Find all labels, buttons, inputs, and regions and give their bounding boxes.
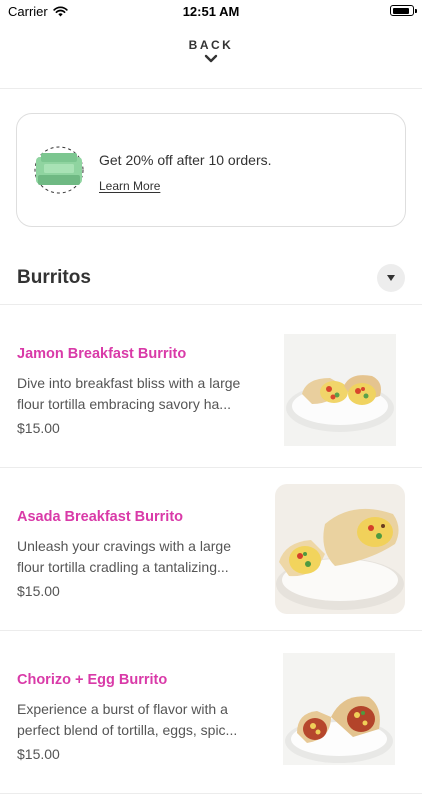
item-description: Dive into breakfast bliss with a large f… (17, 373, 257, 415)
item-price: $15.00 (17, 746, 60, 762)
item-description-line: perfect blend of tortilla, eggs, spic... (17, 722, 238, 738)
item-description-line: flour tortilla embracing savory ha... (17, 396, 231, 412)
item-price: $15.00 (17, 420, 60, 436)
item-image (284, 334, 396, 446)
chevron-down-icon (204, 54, 218, 63)
item-description-line: Dive into breakfast bliss with a large (17, 375, 241, 391)
item-name: Chorizo + Egg Burrito (17, 672, 168, 688)
item-description: Unleash your cravings with a large flour… (17, 536, 257, 578)
caret-down-icon (387, 275, 395, 281)
item-description-line: Unleash your cravings with a large (17, 538, 231, 554)
menu-item-jamon-breakfast-burrito[interactable]: Jamon Breakfast Burrito Dive into breakf… (0, 305, 422, 468)
burrito-image (286, 375, 394, 432)
item-name: Jamon Breakfast Burrito (17, 346, 187, 362)
item-price: $15.00 (17, 583, 60, 599)
status-bar: Carrier 12:51 AM (0, 0, 422, 22)
back-label: BACK (188, 38, 234, 52)
header-divider (0, 88, 422, 89)
section-title: Burritos (17, 267, 91, 288)
reward-box-icon (34, 146, 84, 194)
menu-item-chorizo-egg-burrito[interactable]: Chorizo + Egg Burrito Experience a burst… (0, 631, 422, 794)
battery-fill (392, 7, 409, 14)
item-name: Asada Breakfast Burrito (17, 509, 183, 525)
item-description-line: Experience a burst of flavor with a (17, 701, 228, 717)
burrito-image (276, 508, 404, 610)
menu-item-asada-breakfast-burrito[interactable]: Asada Breakfast Burrito Unleash your cra… (0, 468, 422, 631)
battery-icon (390, 5, 417, 16)
learn-more-link[interactable]: Learn More (99, 179, 160, 193)
status-time: 12:51 AM (182, 4, 240, 19)
promo-text: Get 20% off after 10 orders. (99, 152, 272, 168)
item-description: Experience a burst of flavor with a perf… (17, 699, 257, 741)
promo-card: Get 20% off after 10 orders. Learn More (16, 113, 406, 227)
item-description-line: flour tortilla cradling a tantalizing... (17, 559, 229, 575)
section-toggle-button[interactable] (377, 264, 405, 292)
back-button[interactable]: BACK (0, 38, 422, 64)
item-image (275, 484, 405, 614)
status-right (390, 5, 417, 16)
item-image (283, 653, 395, 765)
burrito-image (285, 696, 393, 763)
